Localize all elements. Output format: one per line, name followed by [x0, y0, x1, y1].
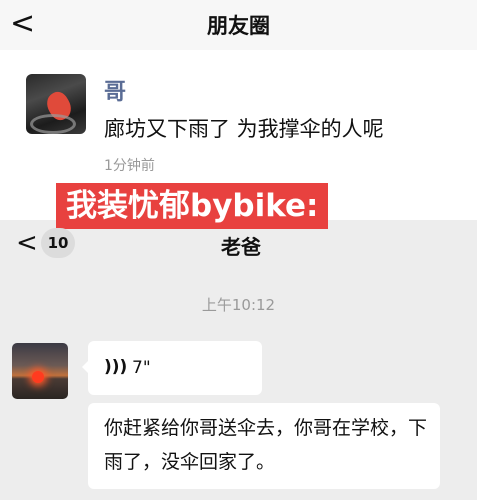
avatar-sunset-shape: [32, 371, 44, 383]
message-text: 你赶紧给你哥送伞去，你哥在学校，下雨了，没伞回家了。: [104, 417, 428, 473]
post-timestamp: 1分钟前: [104, 158, 155, 174]
avatar-wheel-shape: [30, 114, 76, 134]
moments-header: < 朋友圈: [0, 0, 477, 50]
message-timestamp: 上午10:12: [201, 296, 276, 314]
poster-name[interactable]: 哥: [104, 74, 126, 106]
voice-duration: 7": [132, 358, 151, 378]
text-message-bubble[interactable]: 你赶紧给你哥送伞去，你哥在学校，下雨了，没伞回家了。: [88, 403, 440, 489]
post-text: 廊坊又下雨了 为我撑伞的人呢: [104, 117, 384, 141]
chat-title: 老爸: [221, 235, 261, 259]
page-title: 朋友圈: [207, 14, 270, 38]
caption-overlay: 我装忧郁bybike:: [56, 183, 329, 229]
voice-wave-icon: ))): [104, 357, 128, 377]
sender-avatar[interactable]: [12, 343, 68, 399]
voice-message-bubble[interactable]: ))) 7": [88, 341, 262, 395]
poster-avatar[interactable]: [26, 74, 86, 134]
